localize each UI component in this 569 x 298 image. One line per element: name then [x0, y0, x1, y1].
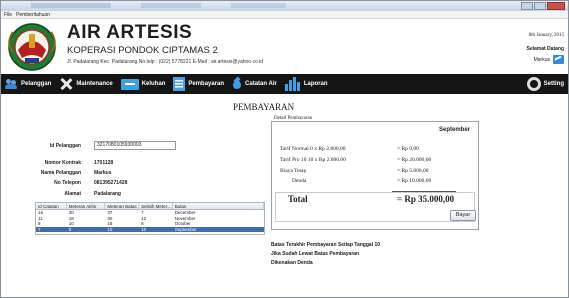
nav-laporan[interactable]: Laporan [281, 74, 332, 94]
complaint-icon [120, 78, 139, 90]
page-title: PEMBAYARAN [233, 102, 295, 112]
note-line: Jika Sudah Lewat Batas Pembayaran [271, 251, 360, 257]
nav-catatan-air-label: Catatan Air [245, 81, 277, 87]
table-cell: 10 [107, 226, 113, 232]
table-cell: 10 [141, 226, 147, 232]
water-records-table: Id Catatan Meteran Akhir Meteran Batas S… [35, 202, 265, 235]
payment-page: PEMBAYARAN Id Pelanggan 3217080105930003… [1, 94, 568, 297]
minimize-button[interactable] [521, 2, 533, 10]
nav-pembayaran-label: Pembayaran [188, 81, 225, 87]
billing-month: September [438, 127, 470, 133]
total-label: Total [288, 194, 308, 204]
close-button[interactable] [547, 2, 565, 10]
app-subtitle: KOPERASI PONDOK CIPTAMAS 2 [67, 45, 218, 56]
titlebar-blur [231, 3, 286, 8]
id-pelanggan-label: Id Pelanggan [49, 143, 81, 149]
column-header[interactable]: Bulan [173, 203, 265, 209]
app-title: AIR ARTESIS [67, 22, 193, 43]
note-line: Dikenakan Denda [271, 260, 313, 266]
titlebar-blur [141, 3, 201, 8]
no-telepon-value: 081395271428 [94, 180, 128, 186]
water-drop-icon [232, 77, 242, 91]
app-window: File Pemberitahuan AIR ARTESIS KOPERASI … [0, 0, 569, 298]
table-header: Id Catatan Meteran Akhir Meteran Batas S… [36, 203, 265, 210]
table-cell: 0 [68, 226, 72, 232]
table-cell: September [174, 226, 197, 232]
tools-icon [59, 77, 73, 91]
alamat-label: Alamat [64, 191, 81, 197]
menu-bar: File Pemberitahuan [1, 11, 568, 19]
nama-pelanggan-value: Markus [94, 170, 112, 176]
nav-catatan-air[interactable]: Catatan Air [228, 74, 281, 94]
payment-notes: Batas Terakhir Pembayaran Setiap Tanggal… [271, 241, 380, 268]
window-titlebar [1, 1, 568, 11]
nav-keluhan-label: Keluhan [141, 81, 166, 87]
welcome-text: Selamat Datang [526, 46, 564, 52]
total-value: = Rp 35.000,00 [397, 194, 455, 204]
column-header[interactable]: Meteran Batas [105, 203, 140, 209]
column-header[interactable]: Id Catatan [36, 203, 67, 209]
denda-value: = Rp 10.000,00 [397, 178, 432, 184]
nav-maintenance[interactable]: Maintenance [55, 74, 116, 94]
user-name: Markus [533, 56, 550, 63]
nama-pelanggan-label: Nama Pelanggan [40, 170, 81, 176]
tarif-pro-label: Tarif Pro 10 10 x Rp 2.000,00 [280, 157, 346, 163]
cooperative-logo-icon [8, 23, 56, 71]
bayar-button[interactable]: Bayar [450, 210, 476, 221]
nav-pelanggan-label: Pelanggan [21, 81, 52, 87]
biaya-tetap-label: Biaya Tetap [280, 168, 307, 174]
nav-laporan-label: Laporan [303, 81, 328, 87]
app-header: AIR ARTESIS KOPERASI PONDOK CIPTAMAS 2 J… [1, 19, 568, 74]
titlebar-blur [31, 3, 111, 8]
user-info: Markus [534, 55, 564, 64]
note-line: Batas Terakhir Pembayaran Setiap Tanggal… [271, 242, 381, 248]
no-telepon-label: No Telepon [54, 180, 81, 186]
gear-icon [526, 77, 541, 91]
nav-setting[interactable]: Setting [523, 74, 568, 94]
table-row-selected[interactable]: 7 0 10 10 September [36, 226, 264, 232]
column-header[interactable]: Meteran Akhir [67, 203, 106, 209]
maximize-button[interactable] [534, 2, 546, 10]
menu-file[interactable]: File [4, 11, 12, 18]
people-icon [5, 78, 18, 90]
denda-label: Denda [292, 178, 307, 184]
total-divider [392, 191, 456, 192]
tarif-normal-value: = Rp 0,00 [397, 146, 419, 152]
biaya-tetap-value: = Rp 5.000,00 [397, 168, 429, 174]
nomor-kontrak-value: 1701128 [94, 160, 114, 166]
id-pelanggan-input[interactable]: 3217080105930003 [94, 141, 176, 150]
nav-keluhan[interactable]: Keluhan [117, 74, 170, 94]
logout-icon[interactable] [553, 55, 564, 64]
window-controls [521, 2, 565, 10]
alamat-value: Padalarang [94, 191, 121, 197]
menu-pemberitahuan[interactable]: Pemberitahuan [16, 11, 50, 18]
table-cell: 7 [38, 226, 41, 232]
table-empty-area [36, 232, 264, 234]
main-toolbar: Pelanggan Maintenance Keluhan Pembayaran… [1, 74, 568, 94]
detail-pembayaran-panel: September Tarif Normal 0 x Rp 2.800,00 =… [271, 121, 479, 230]
current-date: 8th January, 2015 [528, 33, 564, 38]
payment-icon [173, 77, 186, 91]
tarif-normal-label: Tarif Normal 0 x Rp 2.800,00 [280, 146, 346, 152]
nav-pembayaran[interactable]: Pembayaran [169, 74, 228, 94]
nomor-kontrak-label: Nomor Kontrak [44, 160, 81, 166]
nav-maintenance-label: Maintenance [76, 81, 113, 87]
column-header[interactable]: Selisih Meter... [139, 203, 173, 209]
report-chart-icon [284, 77, 301, 91]
app-address: Jl. Padalarang Kec. Padalarang No.telp :… [67, 59, 264, 65]
nav-pelanggan[interactable]: Pelanggan [1, 74, 55, 94]
tarif-pro-value: = Rp 20.000,00 [397, 157, 432, 163]
nav-setting-label: Setting [543, 81, 564, 87]
